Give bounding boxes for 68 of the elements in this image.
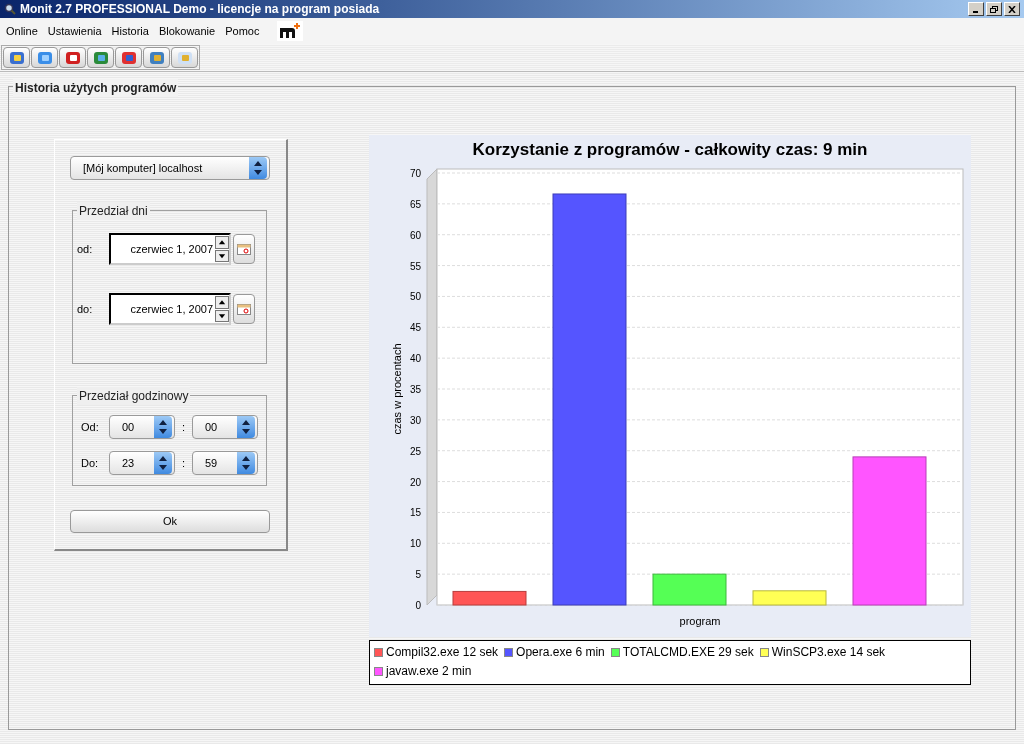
y-tick-label: 25 [409,445,421,457]
x-axis-label: program [679,615,721,627]
legend-label: Opera.exe 6 min [516,644,605,661]
menu-item[interactable]: Historia [111,22,149,40]
date-field[interactable]: czerwiec 1, 2007 [109,233,231,265]
time-separator: : [180,419,187,435]
spin-arrows-icon[interactable] [215,236,229,262]
logo-icon [277,21,304,41]
y-tick-label: 65 [409,198,421,210]
computer-select[interactable]: [Mój komputer] localhost [70,156,270,180]
y-tick-label: 50 [409,291,421,303]
close-button[interactable] [1004,2,1020,16]
toolbar-button[interactable] [143,47,170,68]
time-label: Od: [81,419,100,435]
y-tick-label: 10 [409,538,421,550]
y-tick-label: 15 [409,507,421,519]
menu-item[interactable]: Ustawienia [47,22,102,40]
menu-item[interactable]: Blokowanie [158,22,216,40]
y-tick-label: 55 [409,260,421,272]
hour-select[interactable]: 23 [109,451,175,475]
maximize-button[interactable] [986,2,1002,16]
legend-label: Compil32.exe 12 sek [386,644,499,661]
group-title: Przedział dni [77,202,150,220]
toolbar-button[interactable] [87,47,114,68]
close-icon [1008,5,1016,13]
legend-label: WinSCP3.exe 14 sek [771,644,886,661]
y-tick-label: 60 [409,229,421,241]
y-tick-label: 35 [409,384,421,395]
y-axis-label: czas w procentach [391,343,403,435]
y-tick-label: 20 [409,476,421,488]
y-tick-label: 45 [409,322,421,334]
legend-label: javaw.exe 2 min [386,663,472,680]
ok-button[interactable]: Ok [70,510,270,533]
chart-title: Korzystanie z programów - całkowity czas: 9 min [472,140,868,159]
spinner-arrows-icon[interactable] [237,416,255,438]
y-tick-label: 0 [415,600,421,611]
y-tick-label: 40 [409,353,421,365]
time-separator: : [180,455,187,471]
spinner-arrows-icon[interactable] [237,452,255,474]
date-label: od: [77,241,94,257]
toolbar-button[interactable] [3,47,30,68]
y-tick-label: 70 [409,168,421,179]
toolbar-button[interactable] [59,47,86,68]
spin-arrows-icon[interactable] [215,296,229,322]
spinner-arrows-icon[interactable] [154,452,172,474]
toolbar-button[interactable] [171,47,198,68]
minimize-button[interactable] [968,2,984,16]
spinner-arrows-icon[interactable] [249,157,267,179]
calendar-icon [237,243,251,255]
menu-item[interactable]: Pomoc [225,22,260,40]
y-tick-label: 5 [415,569,421,581]
calendar-icon [237,303,251,315]
menu-item[interactable]: Online [6,22,38,40]
panel-title: Historia użytych programów [13,79,179,97]
date-label: do: [77,301,94,317]
minute-select[interactable]: 59 [192,451,258,475]
window-title: Monit 2.7 PROFESSIONAL Demo - licencje na program posiada [20,1,380,18]
toolbar-button[interactable] [115,47,142,68]
y-tick-label: 30 [409,414,421,426]
toolbar-button[interactable] [31,47,58,68]
spinner-arrows-icon[interactable] [154,416,172,438]
date-field[interactable]: czerwiec 1, 2007 [109,293,231,325]
maximize-icon [990,5,998,13]
minute-select[interactable]: 00 [192,415,258,439]
hour-select[interactable]: 00 [109,415,175,439]
time-label: Do: [81,455,100,471]
group-title: Przedział godzinowy [77,387,191,405]
legend-label: TOTALCMD.EXE 29 sek [622,644,754,661]
